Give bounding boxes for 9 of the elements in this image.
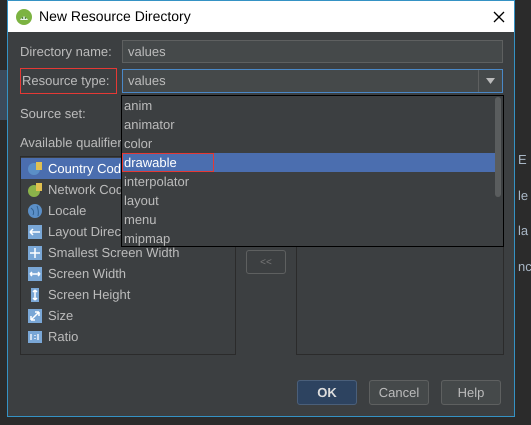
editor-text-fragment: nc (518, 258, 531, 276)
window-title: New Resource Directory (39, 7, 191, 26)
field-label: Directory name: (20, 42, 113, 61)
editor-text-fragment: E (518, 151, 528, 169)
field-label: Available qualifier (20, 134, 122, 150)
field-label: Resource type: (20, 68, 117, 94)
field-label: Source set: (20, 106, 86, 121)
editor-text-fragment: la (518, 222, 530, 240)
editor-text-fragment: le (518, 186, 530, 204)
